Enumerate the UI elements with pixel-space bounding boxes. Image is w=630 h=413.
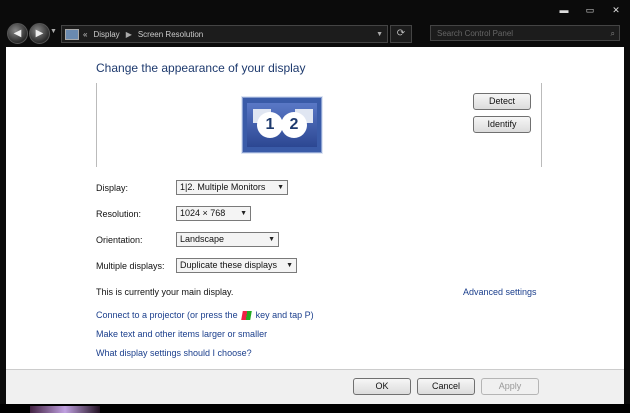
breadcrumb-separator-icon[interactable]: ▶ bbox=[126, 30, 132, 39]
page-title: Change the appearance of your display bbox=[96, 61, 306, 75]
chevron-down-icon: ▼ bbox=[240, 210, 247, 217]
minimize-button[interactable]: ▬ bbox=[554, 4, 574, 16]
arrow-left-icon: ◀ bbox=[13, 28, 22, 39]
arrow-right-icon: ▶ bbox=[35, 28, 44, 39]
text-size-link[interactable]: Make text and other items larger or smal… bbox=[96, 329, 267, 339]
connect-projector-link-text-end: key and tap P) bbox=[255, 310, 314, 320]
search-placeholder: Search Control Panel bbox=[437, 29, 514, 38]
monitor-screen: 1 2 bbox=[247, 103, 317, 147]
search-icon[interactable]: ⌕ bbox=[611, 26, 615, 42]
search-input[interactable]: Search Control Panel ⌕ bbox=[430, 25, 620, 41]
display-select-value: 1|2. Multiple Monitors bbox=[180, 182, 266, 192]
screen-resolution-window: ▬ ▭ ✕ ◀ ▶ ▼ « Display ▶ Screen Resolutio… bbox=[0, 0, 630, 413]
advanced-settings-link[interactable]: Advanced settings bbox=[463, 287, 537, 297]
breadcrumb-display[interactable]: Display bbox=[93, 30, 119, 39]
monitor-number-2: 2 bbox=[281, 112, 307, 138]
orientation-select-value: Landscape bbox=[180, 234, 225, 244]
windows-key-icon bbox=[241, 311, 252, 321]
dialog-footer: OK Cancel Apply bbox=[6, 370, 624, 404]
address-dropdown-icon[interactable]: ▼ bbox=[376, 31, 383, 38]
apply-button[interactable]: Apply bbox=[481, 378, 539, 395]
orientation-select[interactable]: Landscape ▼ bbox=[176, 232, 279, 247]
ok-button[interactable]: OK bbox=[353, 378, 411, 395]
resolution-label: Resolution: bbox=[96, 209, 142, 219]
title-bar: ▬ ▭ ✕ bbox=[0, 0, 630, 20]
close-button[interactable]: ✕ bbox=[606, 4, 626, 16]
breadcrumb-overflow[interactable]: « bbox=[83, 30, 87, 39]
cancel-button[interactable]: Cancel bbox=[417, 378, 475, 395]
main-display-text: This is currently your main display. bbox=[96, 287, 234, 297]
monitor-number-1: 1 bbox=[257, 112, 283, 138]
connect-projector-link[interactable]: Connect to a projector (or press the key… bbox=[96, 310, 314, 321]
navigation-bar: ◀ ▶ ▼ « Display ▶ Screen Resolution ▼ ⟳ … bbox=[0, 20, 630, 46]
detect-button[interactable]: Detect bbox=[473, 93, 531, 110]
resolution-select-value: 1024 × 768 bbox=[180, 208, 226, 218]
control-panel-icon bbox=[65, 28, 79, 40]
taskbar-thumbnail bbox=[30, 406, 100, 413]
breadcrumb-screen-resolution[interactable]: Screen Resolution bbox=[138, 30, 203, 39]
taskbar-strip bbox=[0, 404, 630, 413]
display-select[interactable]: 1|2. Multiple Monitors ▼ bbox=[176, 180, 288, 195]
monitor-preview: 1 2 Detect Identify bbox=[96, 83, 542, 167]
maximize-button[interactable]: ▭ bbox=[580, 4, 600, 16]
multiple-displays-select-value: Duplicate these displays bbox=[180, 260, 278, 270]
recent-pages-dropdown[interactable]: ▼ bbox=[50, 28, 57, 35]
content-pane: Change the appearance of your display 1 … bbox=[6, 47, 624, 404]
refresh-icon: ⟳ bbox=[396, 28, 406, 39]
display-label: Display: bbox=[96, 183, 129, 193]
forward-button[interactable]: ▶ bbox=[29, 23, 50, 44]
back-button[interactable]: ◀ bbox=[7, 23, 28, 44]
address-bar[interactable]: « Display ▶ Screen Resolution ▼ bbox=[61, 25, 388, 43]
multiple-displays-select[interactable]: Duplicate these displays ▼ bbox=[176, 258, 297, 273]
identify-button[interactable]: Identify bbox=[473, 116, 531, 133]
chevron-down-icon: ▼ bbox=[268, 236, 275, 243]
display-help-link[interactable]: What display settings should I choose? bbox=[96, 348, 252, 358]
monitor-1-2-icon[interactable]: 1 2 bbox=[242, 97, 322, 153]
resolution-select[interactable]: 1024 × 768 ▼ bbox=[176, 206, 251, 221]
connect-projector-link-text: Connect to a projector (or press the bbox=[96, 310, 238, 320]
multiple-displays-label: Multiple displays: bbox=[96, 261, 165, 271]
window-controls: ▬ ▭ ✕ bbox=[554, 4, 626, 16]
chevron-down-icon: ▼ bbox=[277, 184, 284, 191]
refresh-button[interactable]: ⟳ bbox=[390, 25, 412, 43]
orientation-label: Orientation: bbox=[96, 235, 143, 245]
chevron-down-icon: ▼ bbox=[286, 262, 293, 269]
